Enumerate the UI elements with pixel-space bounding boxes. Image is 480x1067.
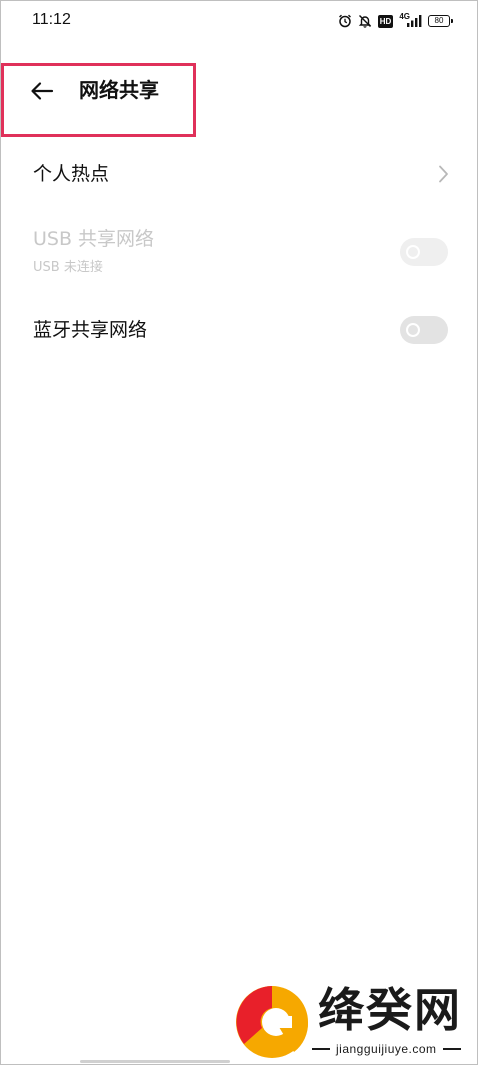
list-item-usb-tethering: USB 共享网络 USB 未连接 [0,222,480,286]
item-title: 个人热点 [33,163,110,185]
gesture-bar[interactable] [80,1060,230,1063]
toggle-knob [406,245,420,259]
battery-icon: 80 [428,15,453,27]
back-button[interactable] [28,77,56,105]
item-subtitle: USB 未连接 [33,260,103,275]
arrow-left-icon [31,82,54,100]
watermark-logo-icon [236,986,309,1058]
watermark: 绛癸网 jiangguijiuye.com [232,982,472,1062]
list-item-personal-hotspot[interactable]: 个人热点 [0,150,480,198]
watermark-url: jiangguijiuye.com [336,1042,437,1056]
status-bar: 11:12 HD 4G 80 [0,0,480,42]
list-item-bluetooth-tethering[interactable]: 蓝牙共享网络 [0,306,480,354]
item-title: USB 共享网络 [33,228,155,250]
usb-tethering-toggle[interactable] [400,238,448,266]
network-type-label: 4G [399,11,410,21]
signal-icon: 4G [399,11,422,28]
bluetooth-tethering-toggle[interactable] [400,316,448,344]
item-title: 蓝牙共享网络 [33,319,148,341]
divider [442,1048,461,1050]
chevron-right-icon [439,165,448,183]
watermark-brand: 绛癸网 [318,983,462,1037]
alarm-icon [338,14,352,28]
page-title: 网络共享 [79,78,159,102]
watermark-url-row: jiangguijiuye.com [312,1042,461,1056]
hd-icon: HD [377,14,394,28]
divider [312,1048,330,1050]
status-time: 11:12 [32,11,71,28]
status-icons: HD 4G 80 [338,11,453,30]
toggle-knob [406,323,420,337]
bell-off-icon [358,14,372,28]
battery-level: 80 [434,16,444,25]
